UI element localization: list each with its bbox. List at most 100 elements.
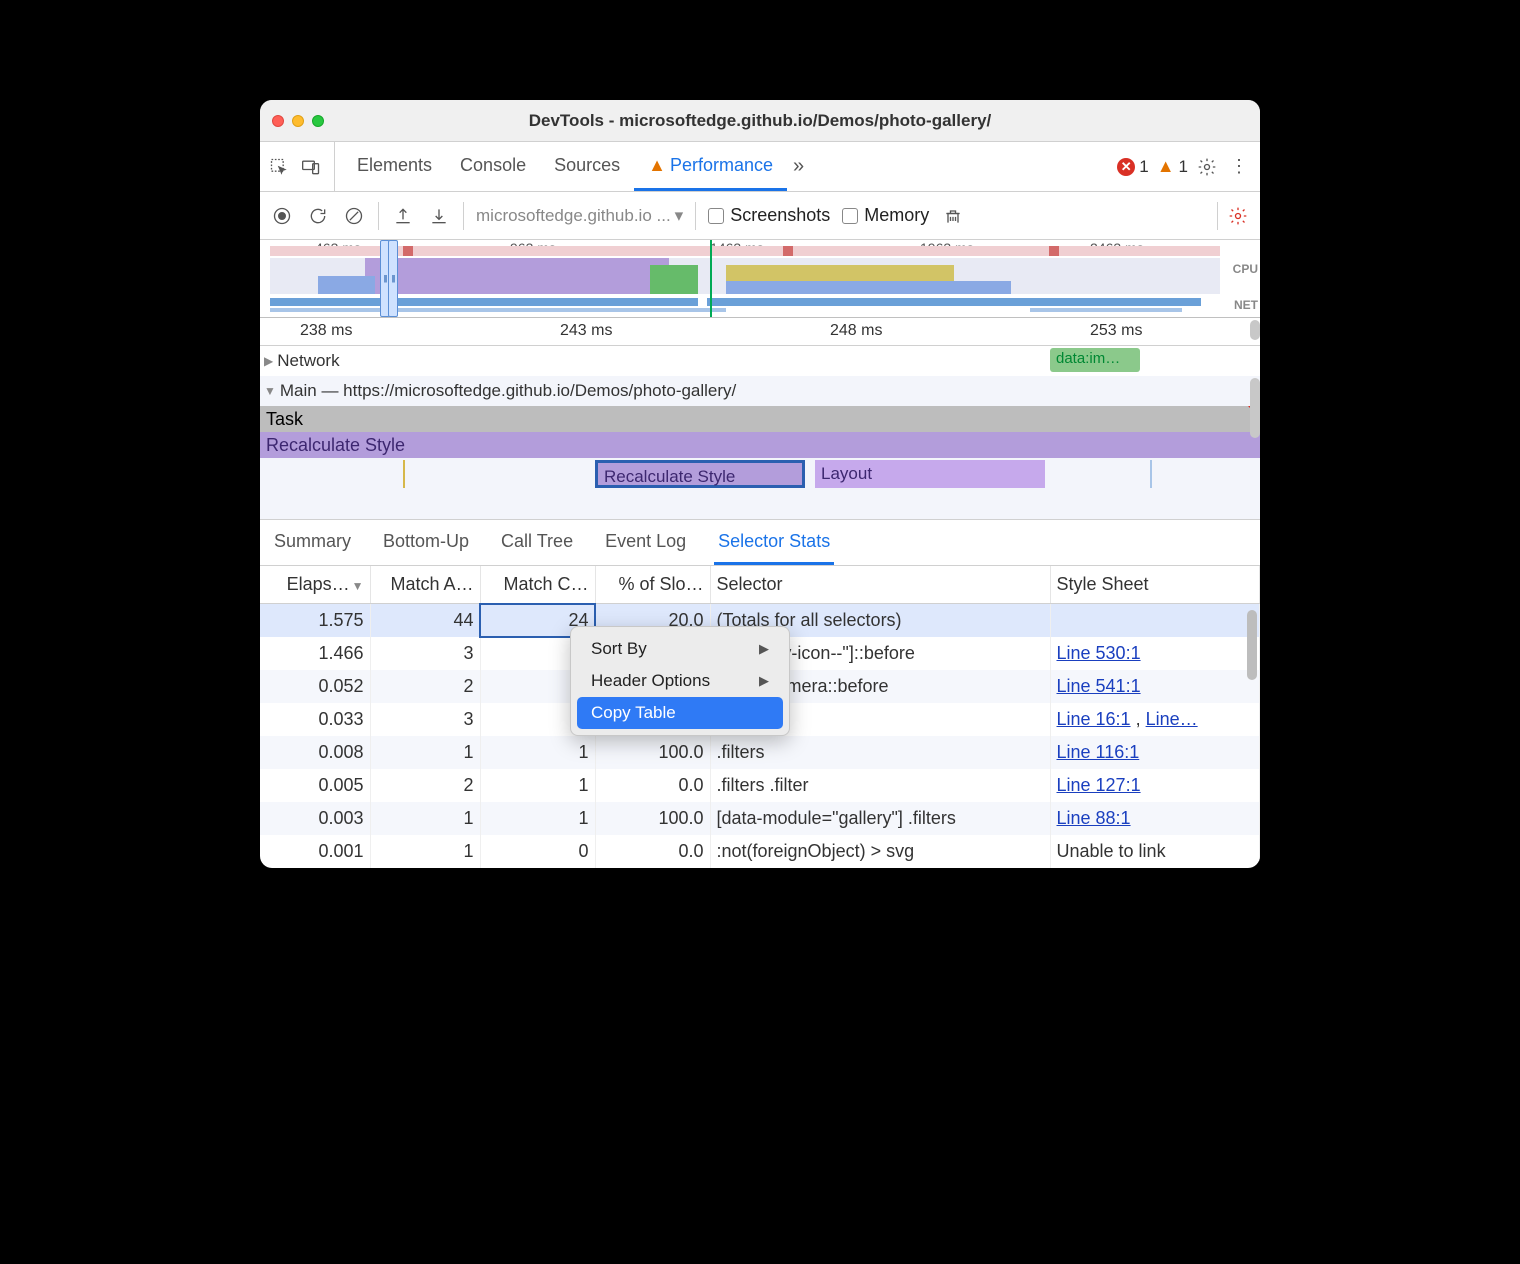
col-header-pct-slow[interactable]: % of Slo… [595, 566, 710, 604]
table-cell-stylesheet [1050, 604, 1260, 638]
stylesheet-link[interactable]: Line 530:1 [1057, 643, 1141, 663]
tab-performance[interactable]: ▲ Performance [634, 142, 787, 191]
collapse-icon: ▼ [264, 384, 276, 398]
overview-fcp-marker [710, 240, 712, 317]
table-cell: 0.003 [260, 802, 370, 835]
screenshots-checkbox[interactable]: Screenshots [708, 205, 830, 226]
col-header-match-count[interactable]: Match C… [480, 566, 595, 604]
col-header-elapsed[interactable]: Elaps…▼ [260, 566, 370, 604]
table-cell: 0.052 [260, 670, 370, 703]
scrollbar-thumb[interactable] [1250, 320, 1260, 340]
memory-checkbox[interactable]: Memory [842, 205, 929, 226]
table-cell-selector: [data-module="gallery"] .filters [710, 802, 1050, 835]
scrollbar-thumb[interactable] [1247, 610, 1257, 680]
flamechart-ruler: 238 ms 243 ms 248 ms 253 ms [260, 318, 1260, 346]
tab-elements[interactable]: Elements [343, 142, 446, 191]
profile-select-dropdown[interactable]: microsoftedge.github.io ... ▾ [476, 206, 683, 226]
warning-triangle-icon: ▲ [648, 155, 666, 176]
record-button[interactable] [270, 204, 294, 228]
table-cell: 3 [370, 637, 480, 670]
flame-recalculate-style-block[interactable]: Recalculate Style [260, 432, 1260, 458]
chevron-down-icon: ▾ [675, 206, 684, 226]
inspect-element-icon[interactable] [268, 156, 290, 178]
table-cell: 0 [480, 835, 595, 868]
main-track-header[interactable]: ▼ Main — https://microsoftedge.github.io… [260, 376, 1260, 406]
table-cell-stylesheet: Unable to link [1050, 835, 1260, 868]
table-cell: 1 [370, 802, 480, 835]
col-header-stylesheet[interactable]: Style Sheet [1050, 566, 1260, 604]
overview-cpu-lane [270, 258, 1220, 294]
network-request-pill[interactable]: data:im… [1050, 348, 1140, 372]
flame-layout-block[interactable]: Layout [815, 460, 1045, 488]
timeline-overview[interactable]: 463 ms 963 ms 1463 ms 1963 ms 2463 ms CP… [260, 240, 1260, 318]
cpu-lane-label: CPU [1233, 262, 1258, 276]
stylesheet-link[interactable]: Line… [1146, 709, 1198, 729]
overview-net-lane [270, 296, 1220, 312]
table-cell: 1.466 [260, 637, 370, 670]
table-row[interactable]: 0.00311100.0[data-module="gallery"] .fil… [260, 802, 1260, 835]
col-header-match-attempts[interactable]: Match A… [370, 566, 480, 604]
settings-icon[interactable] [1196, 156, 1218, 178]
tab-selector-stats[interactable]: Selector Stats [714, 521, 834, 565]
stylesheet-link[interactable]: Line 16:1 [1057, 709, 1131, 729]
table-cell-stylesheet: Line 88:1 [1050, 802, 1260, 835]
table-cell: 0.008 [260, 736, 370, 769]
flame-chart[interactable]: ▶ Network data:im… ▼ Main — https://micr… [260, 346, 1260, 520]
col-header-selector[interactable]: Selector [710, 566, 1050, 604]
table-cell: 1.575 [260, 604, 370, 638]
tab-call-tree[interactable]: Call Tree [497, 521, 577, 565]
download-profile-button[interactable] [427, 204, 451, 228]
overview-frames-lane [270, 246, 1220, 256]
collect-garbage-button[interactable] [941, 204, 965, 228]
flame-small-block[interactable] [1150, 460, 1152, 488]
tab-sources[interactable]: Sources [540, 142, 634, 191]
tab-bottom-up[interactable]: Bottom-Up [379, 521, 473, 565]
ctx-sort-by[interactable]: Sort By ▶ [577, 633, 783, 665]
titlebar: DevTools - microsoftedge.github.io/Demos… [260, 100, 1260, 142]
table-cell: 0.033 [260, 703, 370, 736]
panel-tabs: Elements Console Sources ▲ Performance »… [260, 142, 1260, 192]
flame-small-block[interactable] [403, 460, 405, 488]
table-cell-stylesheet: Line 541:1 [1050, 670, 1260, 703]
device-toolbar-icon[interactable] [300, 156, 322, 178]
table-cell: 3 [370, 703, 480, 736]
chevron-right-icon: ▶ [759, 641, 769, 657]
scrollbar-thumb[interactable] [1250, 378, 1260, 438]
stylesheet-link[interactable]: Line 88:1 [1057, 808, 1131, 828]
selector-stats-table-wrap: Elaps…▼ Match A… Match C… % of Slo… Sele… [260, 566, 1260, 868]
overview-range-handle-right[interactable] [388, 240, 398, 317]
more-options-button[interactable]: ⋮ [1226, 156, 1252, 177]
upload-profile-button[interactable] [391, 204, 415, 228]
flame-recalculate-style-selected[interactable]: Recalculate Style [595, 460, 805, 488]
stylesheet-link[interactable]: Line 127:1 [1057, 775, 1141, 795]
tab-performance-label: Performance [670, 155, 773, 176]
network-track-header[interactable]: ▶ Network data:im… [260, 346, 1260, 376]
checkbox-icon [842, 208, 858, 224]
flame-task-block[interactable]: Task [260, 406, 1260, 432]
capture-settings-icon[interactable] [1226, 204, 1250, 228]
table-cell-selector: :not(foreignObject) > svg [710, 835, 1050, 868]
stylesheet-link[interactable]: Line 541:1 [1057, 676, 1141, 696]
error-count[interactable]: ✕ 1 [1117, 157, 1148, 177]
table-cell: 1 [480, 802, 595, 835]
clear-button[interactable] [342, 204, 366, 228]
tab-event-log[interactable]: Event Log [601, 521, 690, 565]
table-cell-stylesheet: Line 116:1 [1050, 736, 1260, 769]
warning-count[interactable]: ▲ 1 [1157, 156, 1188, 177]
chevron-right-icon: ▶ [759, 673, 769, 689]
ctx-header-options[interactable]: Header Options ▶ [577, 665, 783, 697]
table-cell: 0.001 [260, 835, 370, 868]
table-cell: 2 [370, 670, 480, 703]
context-menu: Sort By ▶ Header Options ▶ Copy Table [570, 626, 790, 736]
tab-summary[interactable]: Summary [270, 521, 355, 565]
more-tabs-button[interactable]: » [787, 155, 810, 178]
tab-console[interactable]: Console [446, 142, 540, 191]
table-cell-stylesheet: Line 530:1 [1050, 637, 1260, 670]
reload-record-button[interactable] [306, 204, 330, 228]
table-row[interactable]: 0.005210.0.filters .filterLine 127:1 [260, 769, 1260, 802]
ctx-copy-table[interactable]: Copy Table [577, 697, 783, 729]
table-row[interactable]: 0.00811100.0.filtersLine 116:1 [260, 736, 1260, 769]
devtools-window: DevTools - microsoftedge.github.io/Demos… [260, 100, 1260, 868]
table-row[interactable]: 0.001100.0:not(foreignObject) > svgUnabl… [260, 835, 1260, 868]
stylesheet-link[interactable]: Line 116:1 [1057, 742, 1140, 762]
